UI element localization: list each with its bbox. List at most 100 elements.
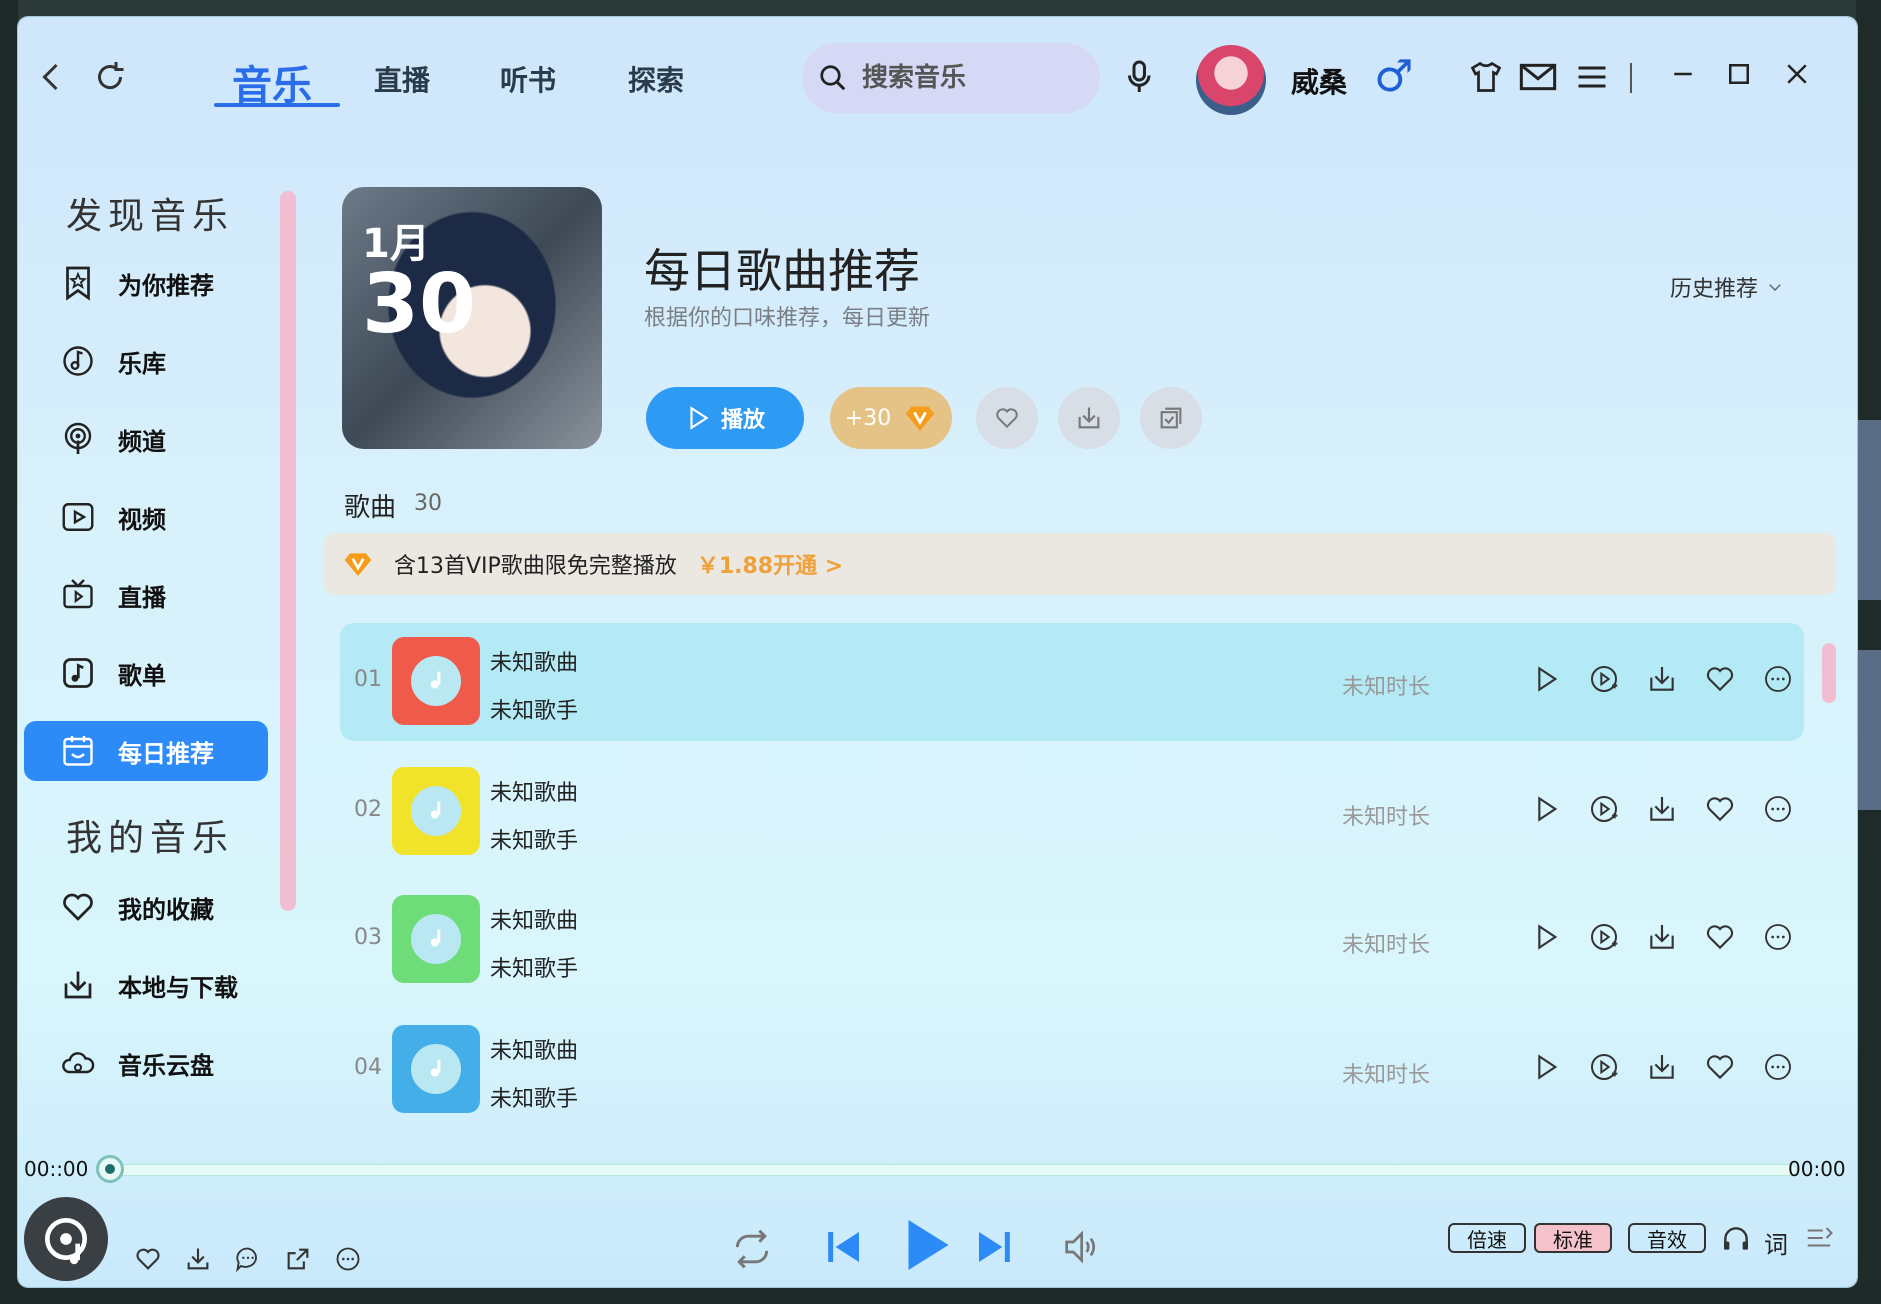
play-icon[interactable] <box>1528 1049 1564 1085</box>
progress-handle[interactable] <box>96 1155 124 1183</box>
more-icon[interactable] <box>332 1243 364 1275</box>
play-icon[interactable] <box>1528 661 1564 697</box>
sidebar-item-favorites[interactable]: 我的收藏 <box>24 877 268 937</box>
speed-button[interactable]: 倍速 <box>1448 1223 1526 1253</box>
song-cover <box>392 637 480 725</box>
refresh-icon[interactable] <box>92 59 128 95</box>
calendar-icon <box>60 733 96 769</box>
download-icon <box>60 967 96 1003</box>
sidebar-item-cloud-drive[interactable]: 音乐云盘 <box>24 1033 268 1093</box>
skin-shirt-icon[interactable] <box>1468 59 1504 95</box>
search-input[interactable] <box>862 63 1062 93</box>
song-list-scrollbar[interactable] <box>1822 643 1836 703</box>
sidebar-item-live[interactable]: 直播 <box>24 565 268 625</box>
play-pause-icon[interactable] <box>896 1215 956 1275</box>
user-avatar[interactable] <box>1196 45 1266 115</box>
close-icon[interactable] <box>1782 59 1812 89</box>
next-track-icon[interactable] <box>974 1227 1014 1267</box>
download-all-button[interactable] <box>1058 387 1120 449</box>
mail-icon[interactable] <box>1518 59 1558 95</box>
song-artist[interactable]: 未知歌手 <box>490 693 578 725</box>
sidebar-scrollbar[interactable] <box>280 191 296 911</box>
sidebar-item-video[interactable]: 视频 <box>24 487 268 547</box>
play-next-icon[interactable] <box>1586 661 1622 697</box>
batch-select-button[interactable] <box>1140 387 1202 449</box>
more-icon[interactable] <box>1760 661 1796 697</box>
progress-bar[interactable] <box>110 1165 1796 1175</box>
voice-search-icon[interactable] <box>1122 59 1158 95</box>
heart-icon[interactable] <box>1702 661 1738 697</box>
favorite-button[interactable] <box>976 387 1038 449</box>
song-artist[interactable]: 未知歌手 <box>490 823 578 855</box>
active-tab-underline <box>214 103 340 107</box>
download-icon[interactable] <box>1644 661 1680 697</box>
song-row[interactable]: 03 未知歌曲 未知歌手 未知时长 <box>340 881 1804 999</box>
song-artist[interactable]: 未知歌手 <box>490 951 578 983</box>
sidebar-item-library[interactable]: 乐库 <box>24 331 268 391</box>
now-playing-disc[interactable] <box>24 1197 108 1281</box>
more-icon[interactable] <box>1760 1049 1796 1085</box>
heart-icon[interactable] <box>132 1243 164 1275</box>
download-icon[interactable] <box>182 1243 214 1275</box>
song-title[interactable]: 未知歌曲 <box>490 1033 578 1065</box>
search-icon <box>818 63 848 93</box>
comment-icon[interactable] <box>232 1243 264 1275</box>
maximize-icon[interactable] <box>1724 59 1754 89</box>
sidebar-item-recommend[interactable]: 为你推荐 <box>24 253 268 313</box>
share-icon[interactable] <box>282 1243 314 1275</box>
more-icon[interactable] <box>1760 791 1796 827</box>
download-icon[interactable] <box>1644 1049 1680 1085</box>
heart-icon[interactable] <box>1702 1049 1738 1085</box>
song-actions <box>1528 661 1796 697</box>
heart-icon[interactable] <box>1702 791 1738 827</box>
vip-banner-price-link[interactable]: ￥1.88开通 > <box>697 548 843 580</box>
tab-explore[interactable]: 探索 <box>628 59 684 99</box>
playlist-queue-icon[interactable] <box>1804 1223 1834 1253</box>
desktop-right-edge <box>1856 0 1881 1304</box>
sidebar-item-local-download[interactable]: 本地与下载 <box>24 955 268 1015</box>
heart-icon <box>60 889 96 925</box>
tab-live[interactable]: 直播 <box>374 59 430 99</box>
play-all-button[interactable]: 播放 <box>646 387 804 449</box>
username[interactable]: 威桑 <box>1291 61 1347 101</box>
song-cover <box>392 767 480 855</box>
download-icon[interactable] <box>1644 919 1680 955</box>
play-icon <box>685 405 711 431</box>
headphones-icon[interactable] <box>1720 1223 1752 1255</box>
repeat-icon[interactable] <box>730 1227 774 1271</box>
volume-icon[interactable] <box>1060 1227 1100 1267</box>
vip-banner[interactable]: 含13首VIP歌曲限免完整播放 ￥1.88开通 > <box>324 533 1836 595</box>
song-title[interactable]: 未知歌曲 <box>490 775 578 807</box>
search-box[interactable] <box>802 43 1100 113</box>
sound-effect-button[interactable]: 音效 <box>1628 1223 1706 1253</box>
sidebar-item-daily[interactable]: 每日推荐 <box>24 721 268 781</box>
sidebar-item-channel[interactable]: 频道 <box>24 409 268 469</box>
play-icon[interactable] <box>1528 791 1564 827</box>
song-row[interactable]: 04 未知歌曲 未知歌手 未知时长 <box>340 1011 1804 1129</box>
more-icon[interactable] <box>1760 919 1796 955</box>
top-bar: 音乐 直播 听书 探索 威桑 ♂ <box>18 17 1857 127</box>
play-next-icon[interactable] <box>1586 1049 1622 1085</box>
sidebar-item-label: 为你推荐 <box>118 271 214 300</box>
previous-track-icon[interactable] <box>824 1227 864 1267</box>
heart-icon[interactable] <box>1702 919 1738 955</box>
tab-audiobook[interactable]: 听书 <box>500 59 556 99</box>
menu-icon[interactable] <box>1574 59 1610 95</box>
lyrics-toggle[interactable]: 词 <box>1764 1225 1788 1260</box>
play-next-icon[interactable] <box>1586 919 1622 955</box>
history-recommend-dropdown[interactable]: 历史推荐 <box>1670 271 1784 303</box>
song-title[interactable]: 未知歌曲 <box>490 903 578 935</box>
song-row[interactable]: 02 未知歌曲 未知歌手 未知时长 <box>340 753 1804 871</box>
play-next-icon[interactable] <box>1586 791 1622 827</box>
quality-button[interactable]: 标准 <box>1534 1223 1612 1253</box>
sidebar-item-playlist[interactable]: 歌单 <box>24 643 268 703</box>
play-icon[interactable] <box>1528 919 1564 955</box>
play-all-label: 播放 <box>720 408 765 433</box>
back-icon[interactable] <box>34 59 70 95</box>
song-artist[interactable]: 未知歌手 <box>490 1081 578 1113</box>
download-icon[interactable] <box>1644 791 1680 827</box>
song-row[interactable]: 01 未知歌曲 未知歌手 未知时长 <box>340 623 1804 741</box>
minimize-icon[interactable] <box>1668 59 1698 89</box>
song-title[interactable]: 未知歌曲 <box>490 645 578 677</box>
vip-plus-button[interactable]: +30 <box>830 387 952 449</box>
